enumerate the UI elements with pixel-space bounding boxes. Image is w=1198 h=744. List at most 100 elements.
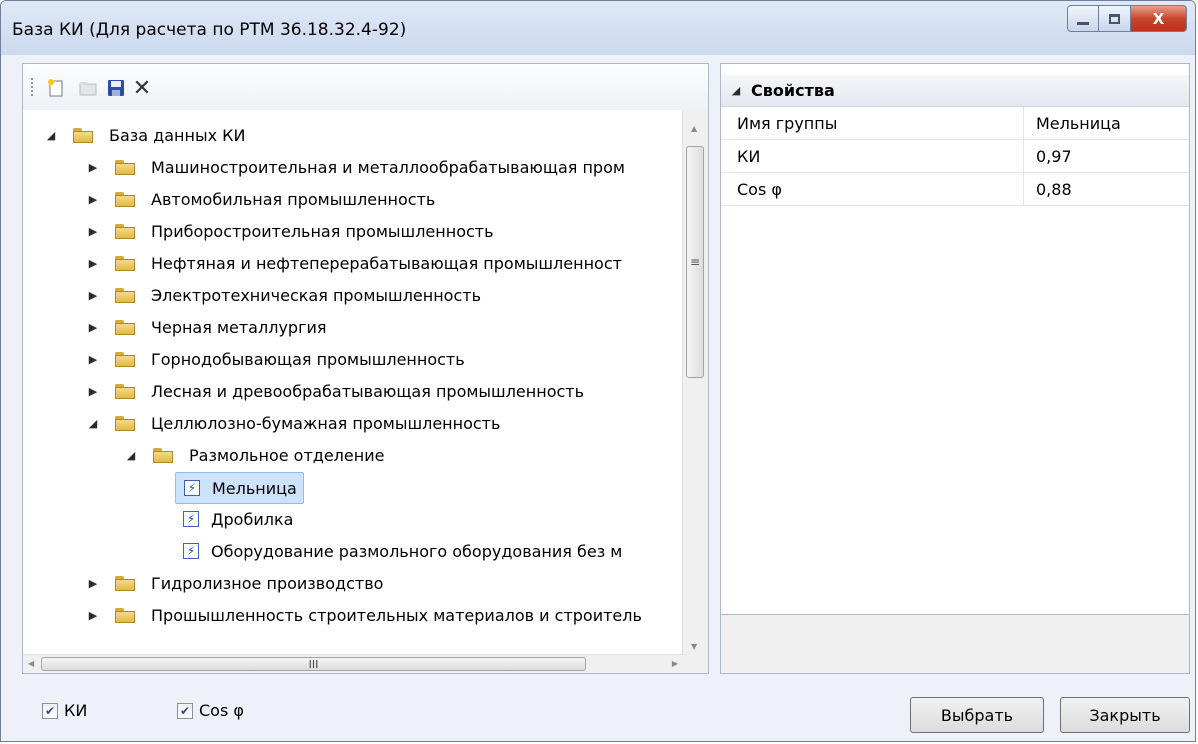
property-value[interactable]: 0,97 (1036, 147, 1072, 166)
vertical-scrollbar[interactable]: ▲ ≡ ▼ (682, 110, 708, 657)
folder-icon (115, 607, 135, 623)
property-grid: ◢ Свойства Имя группы Мельница КИ 0,97 C… (720, 63, 1190, 663)
close-icon: X (1152, 9, 1165, 28)
folder-icon (115, 415, 135, 431)
tree-node-label: Черная металлургия (151, 317, 327, 337)
tree-leaf[interactable]: ⚡ Дробилка (183, 504, 293, 534)
maximize-button[interactable] (1099, 5, 1131, 32)
expand-arrow-icon[interactable]: ▶ (85, 577, 101, 590)
property-row-cos[interactable]: Cos φ 0,88 (721, 173, 1189, 206)
tree-node[interactable]: ▶ Черная металлургия (85, 312, 327, 342)
tree-node-subgroup[interactable]: ◢ Размольное отделение (123, 440, 385, 470)
tree-node-root[interactable]: ◢ База данных КИ (43, 120, 246, 150)
save-button[interactable] (105, 77, 127, 99)
tree-node[interactable]: ▶ Гидролизное производство (85, 568, 384, 598)
property-category[interactable]: ◢ Свойства (721, 75, 1189, 107)
toolbar-grip-icon[interactable] (31, 78, 33, 98)
expand-arrow-icon[interactable]: ▶ (85, 385, 101, 398)
select-button[interactable]: Выбрать (910, 697, 1044, 733)
checkbox-check-icon[interactable]: ✔ (42, 702, 58, 719)
delete-icon: ✕ (132, 75, 152, 101)
tree-view: ◢ База данных КИ ▶ Машиностроительная и … (23, 110, 684, 657)
folder-icon (73, 127, 93, 143)
column-divider (1023, 107, 1024, 139)
collapse-arrow-icon[interactable]: ◢ (43, 129, 59, 142)
expand-arrow-icon[interactable]: ▶ (85, 321, 101, 334)
open-button[interactable] (77, 77, 99, 99)
horizontal-scroll-thumb[interactable]: III (41, 657, 586, 671)
tree-node-label: Целлюлозно-бумажная промышленность (151, 413, 501, 433)
horizontal-scrollbar[interactable]: ◀ III ▶ (23, 654, 684, 673)
tree-leaf-selected[interactable]: ⚡ Мельница (175, 472, 304, 504)
tree-node-label: Прошышленность строительных материалов и… (151, 605, 642, 625)
scroll-up-icon[interactable]: ▲ (691, 124, 697, 133)
expand-arrow-icon[interactable]: ▶ (85, 257, 101, 270)
expand-arrow-icon[interactable]: ▶ (85, 609, 101, 622)
tree-node-label: Гидролизное производство (151, 573, 384, 593)
folder-icon (115, 191, 135, 207)
scroll-down-icon[interactable]: ▼ (691, 642, 697, 651)
collapse-arrow-icon[interactable]: ◢ (85, 417, 101, 430)
tree-node-label: Лесная и древообрабатывающая промышленно… (151, 381, 585, 401)
dialog-window: База КИ (Для расчета по РТМ 36.18.32.4-9… (0, 0, 1196, 742)
scroll-right-icon[interactable]: ▶ (672, 659, 678, 668)
tree-node[interactable]: ▶ Электротехническая промышленность (85, 280, 481, 310)
tree-node[interactable]: ▶ Приборостроительная промышленность (85, 216, 494, 246)
checkbox-check-icon[interactable]: ✔ (177, 702, 193, 719)
folder-icon (115, 255, 135, 271)
equipment-icon: ⚡ (184, 480, 200, 496)
collapse-arrow-icon[interactable]: ◢ (731, 84, 741, 97)
folder-icon (115, 287, 135, 303)
property-row-group-name[interactable]: Имя группы Мельница (721, 107, 1189, 140)
cos-checkbox[interactable]: ✔ Cos φ (177, 701, 244, 720)
close-window-button[interactable]: X (1131, 5, 1187, 32)
collapse-arrow-icon[interactable]: ◢ (123, 449, 139, 462)
grip-icon: III (308, 657, 319, 671)
tree-node[interactable]: ▶ Машиностроительная и металлообрабатыва… (85, 152, 625, 182)
expand-arrow-icon[interactable]: ▶ (85, 353, 101, 366)
minimize-button[interactable] (1067, 5, 1099, 32)
property-description-panel (720, 614, 1190, 674)
tree-node[interactable]: ▶ Нефтяная и нефтеперерабатывающая промы… (85, 248, 622, 278)
folder-icon (115, 159, 135, 175)
property-name: Имя группы (737, 113, 838, 133)
tree-node[interactable]: ▶ Лесная и древообрабатывающая промышлен… (85, 376, 584, 406)
expand-arrow-icon[interactable]: ▶ (85, 225, 101, 238)
new-button[interactable] (45, 77, 67, 99)
tree-node-label: Автомобильная промышленность (151, 189, 436, 209)
tree-node-label: Нефтяная и нефтеперерабатывающая промышл… (151, 253, 622, 273)
folder-icon (115, 351, 135, 367)
property-value[interactable]: 0,88 (1036, 180, 1072, 199)
expand-arrow-icon[interactable]: ▶ (85, 289, 101, 302)
expand-arrow-icon[interactable]: ▶ (85, 161, 101, 174)
scroll-left-icon[interactable]: ◀ (28, 659, 34, 668)
tree-node[interactable]: ◢ Целлюлозно-бумажная промышленность (85, 408, 501, 438)
property-row-ki[interactable]: КИ 0,97 (721, 140, 1189, 173)
maximize-icon (1109, 13, 1120, 24)
tree-node[interactable]: ▶ Горнодобывающая промышленность (85, 344, 465, 374)
property-name: КИ (737, 146, 761, 166)
tree-leaf-label: Мельница (212, 478, 297, 498)
ki-checkbox[interactable]: ✔ КИ (42, 701, 87, 720)
tree-node-label: Размольное отделение (189, 445, 385, 465)
tree-node[interactable]: ▶ Прошышленность строительных материалов… (85, 600, 642, 630)
title-bar: База КИ (Для расчета по РТМ 36.18.32.4-9… (1, 1, 1195, 55)
grip-icon: ≡ (689, 255, 701, 269)
close-button[interactable]: Закрыть (1060, 697, 1190, 733)
property-value[interactable]: Мельница (1036, 114, 1121, 133)
vertical-scroll-thumb[interactable]: ≡ (686, 146, 704, 378)
expand-arrow-icon[interactable]: ▶ (85, 193, 101, 206)
tree-leaf-label: Оборудование размольного оборудования бе… (211, 541, 623, 561)
equipment-icon: ⚡ (183, 511, 199, 527)
equipment-icon: ⚡ (183, 543, 199, 559)
new-icon (48, 79, 63, 97)
folder-icon (115, 383, 135, 399)
tree-leaf[interactable]: ⚡ Оборудование размольного оборудования … (183, 536, 622, 566)
tree-panel: ✕ ◢ База данных КИ ▶ Машиностроительная … (22, 63, 709, 674)
tree-node-label: Машиностроительная и металлообрабатывающ… (151, 157, 625, 177)
property-category-label: Свойства (751, 81, 835, 100)
tree-node-label: Приборостроительная промышленность (151, 221, 494, 241)
folder-icon (115, 575, 135, 591)
tree-node[interactable]: ▶ Автомобильная промышленность (85, 184, 436, 214)
delete-button[interactable]: ✕ (131, 75, 153, 101)
